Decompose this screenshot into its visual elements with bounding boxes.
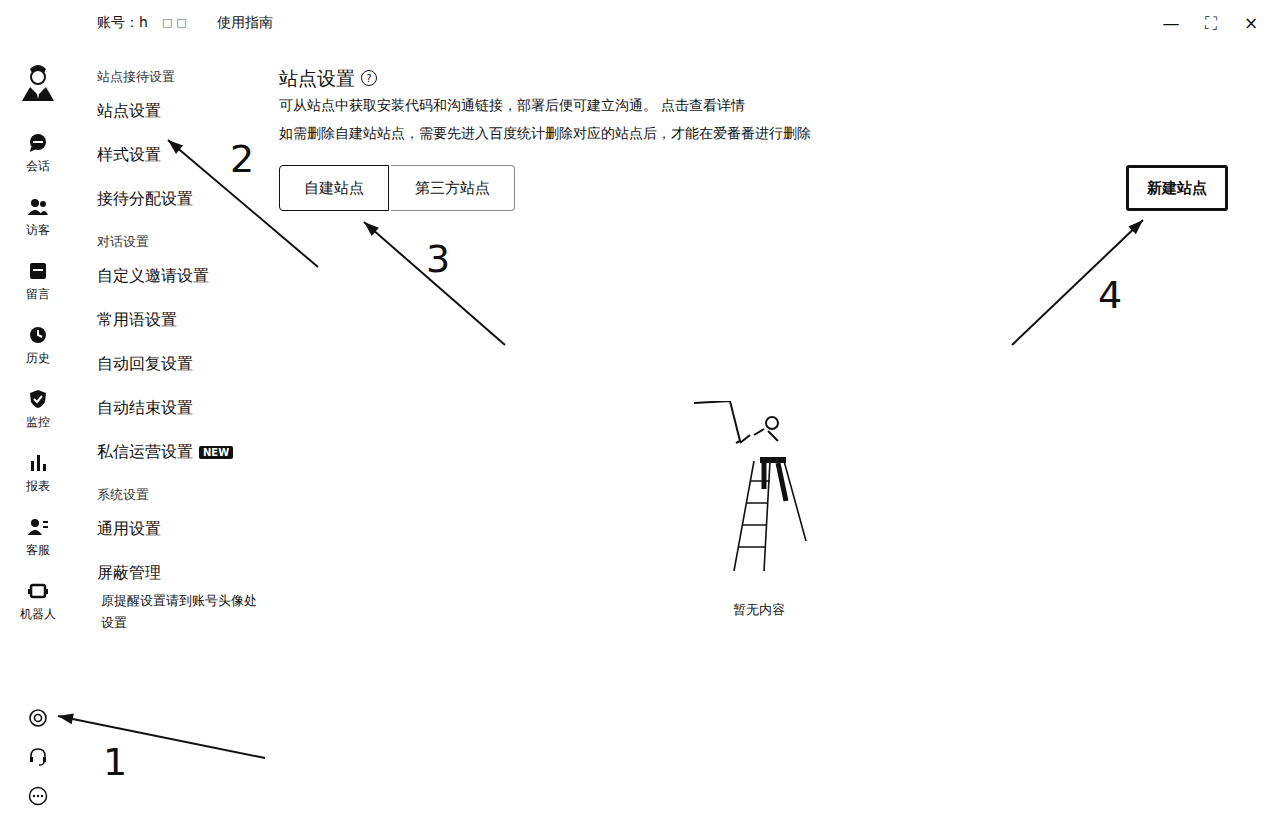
annotation-arrow: 4 [1012,220,1143,345]
window-controls: — ⛶ × [1162,13,1260,33]
nav-section: 站点接待设置站点设置样式设置接待分配设置 [97,65,279,221]
page-title: 站点设置? [279,65,1228,91]
annotation-arrow: 3 [364,222,505,345]
gear-icon[interactable] [28,708,48,728]
headset-icon[interactable] [28,747,48,767]
nav-section-title: 系统设置 [97,483,279,507]
main-panel: 站点设置?可从站点中获取安装代码和沟通链接，部署后便可建立沟通。 点击查看详情如… [279,45,1280,831]
nav-section-title: 站点接待设置 [97,65,279,89]
guide-link[interactable]: 使用指南 [217,14,273,32]
nav-section: 对话设置自定义邀请设置常用语设置自动回复设置自动结束设置私信运营设置NEW [97,230,279,474]
rail-item[interactable]: 历史 [26,325,50,389]
nav-item[interactable]: 屏蔽管理 [97,551,279,595]
rail-item[interactable]: 机器人 [20,581,56,645]
annotation-arrow: 2 [168,137,318,267]
new-badge: NEW [199,446,233,459]
monitor-icon [28,389,48,409]
app-window: 账号：h□□使用指南—⛶×会话访客留言历史监控报表客服机器人站点接待设置站点设置… [0,0,1280,831]
rail-item[interactable]: 报表 [26,453,50,517]
rail-bottom [28,708,48,831]
annotation-arrow: 1 [58,714,265,784]
chat-icon [28,133,48,153]
header-bar: 账号：h □□ 使用指南 — ⛶ × [0,0,1280,45]
nav-item[interactable]: 站点设置 [97,89,279,133]
toolbar: 自建站点第三方站点 新建站点 [279,165,1228,211]
window-control-button[interactable]: × [1242,13,1260,33]
settings-nav: 站点接待设置站点设置样式设置接待分配设置对话设置自定义邀请设置常用语设置自动回复… [75,45,279,831]
window-control-button[interactable]: — [1162,13,1180,33]
nav-item[interactable]: 常用语设置 [97,298,279,342]
description-line: 如需删除自建站站点，需要先进入百度统计删除对应的站点后，才能在爱番番进行删除 [279,119,1228,147]
rail-item[interactable]: 访客 [26,197,50,261]
rail-item[interactable]: 监控 [26,389,50,453]
new-site-button[interactable]: 新建站点 [1126,165,1228,211]
empty-text: 暂无内容 [733,601,785,619]
nav-note: 原提醒设置请到账号头像处设置 [97,590,261,634]
avatar-icon[interactable] [16,61,60,105]
site-tab[interactable]: 自建站点 [279,165,389,211]
visitor-icon [28,197,48,217]
rail-item[interactable]: 会话 [26,133,50,197]
site-tab[interactable]: 第三方站点 [391,165,515,211]
report-icon [28,453,48,473]
nav-item[interactable]: 样式设置 [97,133,279,177]
nav-item[interactable]: 私信运营设置NEW [97,430,279,474]
nav-section: 系统设置通用设置屏蔽管理 [97,483,279,595]
robot-icon [28,581,48,601]
description-line: 可从站点中获取安装代码和沟通链接，部署后便可建立沟通。 点击查看详情 [279,91,1228,119]
message-icon [28,261,48,281]
window-control-button[interactable]: ⛶ [1202,13,1220,33]
icon-rail: 会话访客留言历史监控报表客服机器人 [0,45,75,831]
more-icon[interactable] [28,786,48,806]
help-icon[interactable]: ? [361,70,377,86]
account-label: 账号：h [97,14,148,32]
nav-item[interactable]: 自动结束设置 [97,386,279,430]
svg-text:3: 3 [426,237,450,281]
service-icon [28,517,48,537]
account-masked: □□ [162,16,191,29]
nav-item[interactable]: 自动回复设置 [97,342,279,386]
svg-text:1: 1 [103,740,127,784]
nav-item[interactable]: 通用设置 [97,507,279,551]
annotation-layer: 1 2 3 4 [0,0,1280,831]
nav-section-title: 对话设置 [97,230,279,254]
nav-item[interactable]: 接待分配设置 [97,177,279,221]
empty-state: 暂无内容 [279,211,1228,831]
rail-item[interactable]: 客服 [26,517,50,581]
nav-item[interactable]: 自定义邀请设置 [97,254,279,298]
body: 会话访客留言历史监控报表客服机器人站点接待设置站点设置样式设置接待分配设置对话设… [0,45,1280,831]
site-tabs: 自建站点第三方站点 [279,165,515,211]
svg-text:2: 2 [230,137,254,181]
rail-item[interactable]: 留言 [26,261,50,325]
history-icon [28,325,48,345]
empty-illustration-icon [694,401,824,581]
svg-text:4: 4 [1098,273,1122,317]
